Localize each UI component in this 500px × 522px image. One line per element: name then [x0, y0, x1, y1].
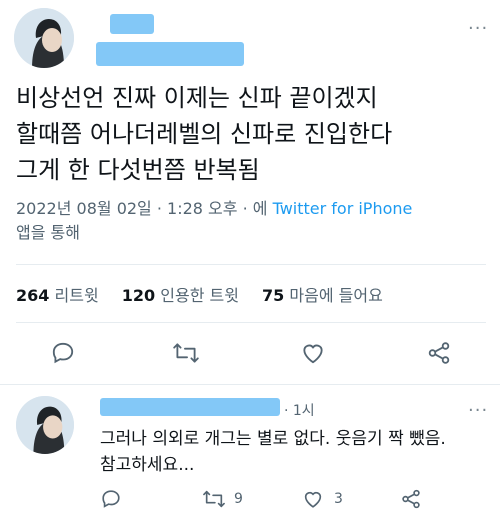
- reply-like-button[interactable]: 3: [302, 488, 343, 510]
- more-options-icon[interactable]: ···: [468, 18, 488, 39]
- retweets-count: 264: [16, 286, 50, 305]
- retweets-label: 리트윗: [54, 286, 99, 305]
- share-icon: [428, 342, 450, 364]
- divider: [16, 264, 486, 265]
- share-icon: [402, 489, 420, 509]
- like-button[interactable]: [300, 340, 326, 366]
- tweet-timestamp[interactable]: 2022년 08월 02일 · 1:28 오후 · 에: [16, 199, 267, 218]
- likes-stat[interactable]: 75 마음에 들어요: [262, 286, 383, 305]
- reply-text-line: 참고하세요...: [100, 455, 195, 475]
- retweets-stat[interactable]: 264 리트윗: [16, 286, 99, 305]
- share-button[interactable]: [426, 340, 452, 366]
- heart-icon: [304, 491, 322, 508]
- author-handle-redacted[interactable]: [96, 42, 244, 66]
- retweet-icon: [173, 343, 199, 363]
- reply-button[interactable]: [50, 340, 76, 366]
- reply-reply-button[interactable]: [100, 488, 122, 510]
- tweet-source-link[interactable]: Twitter for iPhone: [273, 199, 413, 218]
- reply-like-count: 3: [334, 491, 343, 507]
- tweet-stats: 264 리트윗 120 인용한 트윗 75 마음에 들어요: [16, 282, 401, 306]
- reply-icon: [102, 490, 120, 508]
- heart-icon: [303, 344, 323, 364]
- divider: [16, 322, 486, 323]
- quotes-stat[interactable]: 120 인용한 트윗: [122, 286, 239, 305]
- divider: [0, 384, 500, 385]
- quotes-label: 인용한 트윗: [160, 286, 239, 305]
- tweet-text-line: 비상선언 진짜 이제는 신파 끝이겠지: [16, 84, 378, 112]
- likes-label: 마음에 들어요: [289, 286, 383, 305]
- tweet-text: 비상선언 진짜 이제는 신파 끝이겠지 할때쯤 어나더레벨의 신파로 진입한다 …: [16, 80, 486, 188]
- author-avatar[interactable]: [14, 8, 74, 68]
- tweet-text-line: 할때쯤 어나더레벨의 신파로 진입한다: [16, 120, 393, 148]
- reply-author-name-redacted[interactable]: [100, 398, 280, 416]
- reply-more-options-icon[interactable]: ···: [468, 400, 488, 421]
- reply-retweet-button[interactable]: 9: [202, 488, 243, 510]
- reply-text: 그러나 의외로 개그는 별로 없다. 웃음기 짝 뺐음. 참고하세요...: [100, 426, 495, 478]
- tweet-meta: 2022년 08월 02일 · 1:28 오후 · 에 Twitter for …: [16, 197, 486, 245]
- reply-share-button[interactable]: [400, 488, 422, 510]
- reply-author-avatar[interactable]: [16, 396, 74, 454]
- quotes-count: 120: [121, 286, 156, 305]
- tweet-source-suffix: 앱을 통해: [16, 223, 80, 242]
- likes-count: 75: [262, 286, 285, 305]
- reply-retweet-count: 9: [234, 491, 243, 507]
- tweet-text-line: 그게 한 다섯번쯤 반복됨: [16, 156, 260, 184]
- reply-timestamp[interactable]: · 1시: [284, 400, 315, 420]
- reply-text-line: 그러나 의외로 개그는 별로 없다. 웃음기 짝 뺐음.: [100, 429, 446, 449]
- author-name-redacted[interactable]: [110, 14, 154, 34]
- retweet-button[interactable]: [172, 340, 200, 366]
- reply-icon: [52, 342, 74, 364]
- retweet-icon: [203, 490, 225, 508]
